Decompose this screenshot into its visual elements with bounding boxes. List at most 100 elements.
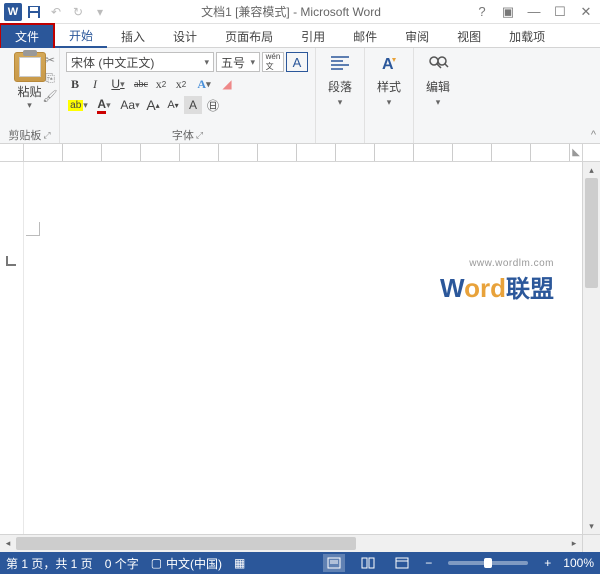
ribbon-display-options[interactable]: ▣: [498, 2, 518, 22]
char-shading-button[interactable]: A: [184, 96, 202, 114]
font-color-button[interactable]: A▾: [92, 96, 116, 114]
horizontal-ruler[interactable]: ◣: [0, 144, 600, 162]
vertical-ruler[interactable]: [0, 162, 24, 534]
group-styles: A 样式 ▾: [365, 48, 414, 143]
zoom-slider[interactable]: [448, 561, 528, 565]
zoom-out-button[interactable]: −: [425, 556, 432, 570]
view-print-layout[interactable]: [323, 554, 345, 572]
strikethrough-button[interactable]: abc: [132, 75, 150, 93]
scroll-down-button[interactable]: ▾: [583, 518, 600, 534]
bold-button[interactable]: B: [66, 75, 84, 93]
tab-stop-icon[interactable]: [6, 256, 16, 266]
font-launcher[interactable]: ⤢: [196, 130, 203, 141]
change-case-button[interactable]: Aa▾: [118, 96, 142, 114]
paragraph-button[interactable]: 段落 ▾: [320, 50, 360, 108]
tab-layout[interactable]: 页面布局: [211, 24, 287, 48]
chevron-down-icon: ▾: [338, 97, 343, 108]
close-button[interactable]: ✕: [576, 2, 596, 22]
book-icon: ▢: [151, 556, 162, 570]
group-font: 宋体 (中文正文)▾ 五号▾ wén文 A B I U▾ abc x2 x2 A…: [60, 48, 316, 143]
editing-button[interactable]: 编辑 ▾: [418, 50, 458, 108]
subscript-button[interactable]: x2: [152, 75, 170, 93]
styles-button[interactable]: A 样式 ▾: [369, 50, 409, 108]
zoom-level[interactable]: 100%: [563, 556, 594, 570]
scroll-left-button[interactable]: ◂: [0, 535, 16, 552]
chevron-down-icon: ▾: [250, 57, 255, 68]
zoom-in-button[interactable]: +: [544, 556, 551, 570]
zoom-slider-knob[interactable]: [484, 558, 492, 568]
view-read-mode[interactable]: [357, 554, 379, 572]
phonetic-guide-button[interactable]: wén文: [262, 52, 284, 72]
chevron-down-icon: ▾: [387, 97, 392, 108]
group-paragraph: 段落 ▾: [316, 48, 365, 143]
font-name-dropdown[interactable]: 宋体 (中文正文)▾: [66, 52, 214, 72]
crop-mark-icon: [26, 222, 40, 236]
copy-button[interactable]: ⎘: [42, 70, 58, 86]
chevron-down-icon: ▾: [204, 57, 209, 68]
save-button[interactable]: [24, 2, 44, 22]
format-painter-button[interactable]: 🖌: [42, 88, 58, 104]
minimize-button[interactable]: —: [524, 2, 544, 22]
vscroll-thumb[interactable]: [585, 178, 598, 288]
statusbar: 第 1 页，共 1 页 0 个字 ▢中文(中国) ▦ − + 100%: [0, 552, 600, 574]
help-button[interactable]: ?: [472, 2, 492, 22]
tab-file[interactable]: 文件: [0, 23, 55, 48]
tab-insert[interactable]: 插入: [107, 24, 159, 48]
chevron-down-icon: ▾: [27, 100, 32, 111]
char-border-button[interactable]: A: [286, 52, 308, 72]
hscroll-thumb[interactable]: [16, 537, 356, 550]
collapse-ribbon-button[interactable]: ^: [591, 129, 596, 141]
superscript-button[interactable]: x2: [172, 75, 190, 93]
scroll-right-button[interactable]: ▸: [566, 535, 582, 552]
redo-button[interactable]: ↻: [68, 2, 88, 22]
tab-review[interactable]: 审阅: [391, 24, 443, 48]
italic-button[interactable]: I: [86, 75, 104, 93]
watermark: www.wordlm.com Word联盟: [440, 258, 554, 304]
grow-font-button[interactable]: A▴: [144, 96, 162, 114]
group-font-label: 字体: [172, 127, 194, 143]
window-title: 文档1 [兼容模式] - Microsoft Word: [110, 3, 472, 20]
tab-references[interactable]: 引用: [287, 24, 339, 48]
styles-icon: A: [377, 52, 401, 76]
titlebar: W ↶ ↻ ▾ 文档1 [兼容模式] - Microsoft Word ? ▣ …: [0, 0, 600, 24]
font-size-dropdown[interactable]: 五号▾: [216, 52, 260, 72]
enclose-char-button[interactable]: ㊐: [204, 96, 222, 114]
cut-button[interactable]: ✂: [42, 52, 58, 68]
ribbon-tabs: 文件 开始 插入 设计 页面布局 引用 邮件 审阅 视图 加载项: [0, 24, 600, 48]
tab-home[interactable]: 开始: [55, 24, 107, 48]
document-area: www.wordlm.com Word联盟 ▴ ▾: [0, 162, 600, 534]
document-page[interactable]: www.wordlm.com Word联盟: [24, 162, 582, 534]
tab-addins[interactable]: 加载项: [495, 24, 559, 48]
group-clipboard-label: 剪贴板: [8, 127, 41, 143]
status-language[interactable]: ▢中文(中国): [151, 555, 222, 572]
word-app-icon: W: [4, 3, 22, 21]
ribbon: 粘贴 ▾ ✂ ⎘ 🖌 剪贴板⤢ 宋体 (中文正文)▾ 五号▾ wén文 A B …: [0, 48, 600, 144]
chevron-down-icon: ▾: [436, 97, 441, 108]
paste-icon: [14, 52, 46, 82]
tab-mailings[interactable]: 邮件: [339, 24, 391, 48]
tab-design[interactable]: 设计: [159, 24, 211, 48]
horizontal-scrollbar[interactable]: ◂ ▸: [0, 534, 600, 552]
qat-more-button[interactable]: ▾: [90, 2, 110, 22]
highlight-button[interactable]: ab▾: [66, 96, 90, 114]
ruler-corner: [0, 144, 24, 161]
status-macro[interactable]: ▦: [234, 556, 245, 570]
clipboard-launcher[interactable]: ⤢: [43, 130, 50, 141]
tab-view[interactable]: 视图: [443, 24, 495, 48]
shrink-font-button[interactable]: A▾: [164, 96, 182, 114]
scroll-up-button[interactable]: ▴: [583, 162, 600, 178]
ruler-marker[interactable]: ◣: [572, 147, 580, 158]
paragraph-icon: [328, 52, 352, 76]
maximize-button[interactable]: ☐: [550, 2, 570, 22]
find-icon: [426, 52, 450, 76]
vertical-scrollbar[interactable]: ▴ ▾: [582, 162, 600, 534]
undo-button[interactable]: ↶: [46, 2, 66, 22]
text-effects-button[interactable]: A▾: [192, 75, 216, 93]
view-web-layout[interactable]: [391, 554, 413, 572]
clear-formatting-button[interactable]: ◢: [218, 75, 236, 93]
status-page[interactable]: 第 1 页，共 1 页: [6, 555, 93, 572]
underline-button[interactable]: U▾: [106, 75, 130, 93]
paste-button[interactable]: 粘贴 ▾: [14, 50, 46, 111]
group-editing: 编辑 ▾: [414, 48, 462, 143]
status-word-count[interactable]: 0 个字: [105, 555, 139, 572]
